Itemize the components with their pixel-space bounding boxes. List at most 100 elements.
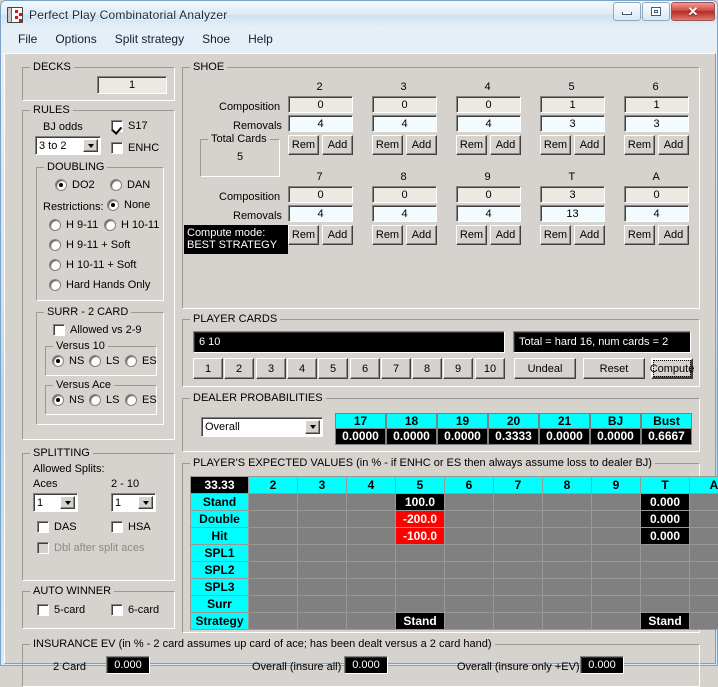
das-checkbox[interactable]: DAS xyxy=(37,521,77,533)
dealer-prob-header-BJ: BJ xyxy=(590,413,641,429)
shoe-removals-2[interactable]: 4 xyxy=(288,115,353,132)
shoe-add-button-6[interactable]: Add xyxy=(658,135,689,155)
card-button-10[interactable]: 10 xyxy=(475,358,505,379)
card-button-5[interactable]: 5 xyxy=(318,358,348,379)
decks-value-field[interactable]: 1 xyxy=(97,76,167,94)
shoe-removals-9[interactable]: 4 xyxy=(456,205,521,222)
shoe-removals-T[interactable]: 13 xyxy=(540,205,605,222)
menu-file[interactable]: File xyxy=(9,30,46,48)
chevron-down-icon[interactable] xyxy=(83,139,98,152)
shoe-composition-5[interactable]: 1 xyxy=(540,96,605,113)
chevron-down-icon[interactable] xyxy=(138,496,153,509)
two-ten-splits-value: 1 xyxy=(115,497,121,509)
rules-group: RULES BJ odds 3 to 2 S17 ENHC DOUBLING D… xyxy=(22,110,175,440)
shoe-rem-button-6[interactable]: Rem xyxy=(624,135,655,155)
shoe-removals-6[interactable]: 3 xyxy=(624,115,689,132)
restriction-h1011-soft-radio[interactable]: H 10-11 + Soft xyxy=(49,259,136,271)
menu-help[interactable]: Help xyxy=(239,30,282,48)
shoe-add-button-3[interactable]: Add xyxy=(406,135,437,155)
undeal-button[interactable]: Undeal xyxy=(514,358,576,379)
shoe-removals-A[interactable]: 4 xyxy=(624,205,689,222)
minimize-button[interactable] xyxy=(613,2,641,21)
versus-10-es-radio[interactable]: ES xyxy=(125,355,157,367)
restriction-h911-soft-radio[interactable]: H 9-11 + Soft xyxy=(49,239,130,251)
shoe-add-button-T[interactable]: Add xyxy=(574,225,605,245)
shoe-add-button-A[interactable]: Add xyxy=(658,225,689,245)
surrender-group-title: SURR - 2 CARD xyxy=(44,306,131,318)
restriction-h1011-radio[interactable]: H 10-11 xyxy=(104,219,159,231)
shoe-rem-button-9[interactable]: Rem xyxy=(456,225,487,245)
ev-row-label-surr: Surr xyxy=(191,596,249,613)
shoe-add-button-2[interactable]: Add xyxy=(322,135,353,155)
reset-button[interactable]: Reset xyxy=(583,358,645,379)
shoe-add-button-4[interactable]: Add xyxy=(490,135,521,155)
card-button-4[interactable]: 4 xyxy=(287,358,317,379)
six-card-checkbox[interactable]: 6-card xyxy=(111,604,159,616)
compute-button[interactable]: Compute xyxy=(651,358,693,379)
versus-ace-ls-radio[interactable]: LS xyxy=(89,394,119,406)
s17-checkbox[interactable]: S17 xyxy=(111,120,148,132)
shoe-rem-button-A[interactable]: Rem xyxy=(624,225,655,245)
maximize-button[interactable] xyxy=(642,2,670,21)
shoe-composition-3[interactable]: 0 xyxy=(372,96,437,113)
bj-odds-select[interactable]: 3 to 2 xyxy=(35,136,101,155)
versus-10-ns-radio[interactable]: NS xyxy=(52,355,84,367)
doubling-dan-radio[interactable]: DAN xyxy=(110,179,150,191)
card-button-2[interactable]: 2 xyxy=(224,358,254,379)
surrender-allowed-checkbox[interactable]: Allowed vs 2-9 xyxy=(53,324,142,336)
card-button-7[interactable]: 7 xyxy=(381,358,411,379)
ev-row-label-hit: Hit xyxy=(191,528,249,545)
shoe-add-button-7[interactable]: Add xyxy=(322,225,353,245)
shoe-removals-7[interactable]: 4 xyxy=(288,205,353,222)
versus-10-ls-radio[interactable]: LS xyxy=(89,355,119,367)
restriction-none-radio[interactable]: None xyxy=(107,199,150,211)
card-button-1[interactable]: 1 xyxy=(193,358,223,379)
hsa-checkbox[interactable]: HSA xyxy=(111,521,151,533)
menu-options[interactable]: Options xyxy=(46,30,105,48)
five-card-checkbox[interactable]: 5-card xyxy=(37,604,85,616)
chevron-down-icon[interactable] xyxy=(60,496,75,509)
shoe-add-button-8[interactable]: Add xyxy=(406,225,437,245)
card-button-3[interactable]: 3 xyxy=(256,358,286,379)
menu-shoe[interactable]: Shoe xyxy=(193,30,239,48)
enhc-checkbox[interactable]: ENHC xyxy=(111,142,159,154)
card-button-6[interactable]: 6 xyxy=(350,358,380,379)
shoe-rem-button-8[interactable]: Rem xyxy=(372,225,403,245)
shoe-composition-7[interactable]: 0 xyxy=(288,186,353,203)
shoe-rem-button-4[interactable]: Rem xyxy=(456,135,487,155)
shoe-rem-button-5[interactable]: Rem xyxy=(540,135,571,155)
shoe-removals-5[interactable]: 3 xyxy=(540,115,605,132)
shoe-composition-A[interactable]: 0 xyxy=(624,186,689,203)
menu-split-strategy[interactable]: Split strategy xyxy=(106,30,193,48)
shoe-rem-button-2[interactable]: Rem xyxy=(288,135,319,155)
shoe-rem-button-T[interactable]: Rem xyxy=(540,225,571,245)
aces-splits-select[interactable]: 1 xyxy=(33,493,78,512)
doubling-do2-radio[interactable]: DO2 xyxy=(55,179,95,191)
versus-ace-es-radio[interactable]: ES xyxy=(125,394,157,406)
card-button-9[interactable]: 9 xyxy=(443,358,473,379)
doubling-dan-label: DAN xyxy=(127,179,150,191)
shoe-removals-8[interactable]: 4 xyxy=(372,205,437,222)
close-button[interactable]: ✕ xyxy=(671,2,715,21)
card-button-8[interactable]: 8 xyxy=(412,358,442,379)
shoe-rem-button-3[interactable]: Rem xyxy=(372,135,403,155)
restriction-hard-only-radio[interactable]: Hard Hands Only xyxy=(49,279,150,291)
two-ten-splits-select[interactable]: 1 xyxy=(111,493,156,512)
shoe-composition-6[interactable]: 1 xyxy=(624,96,689,113)
shoe-composition-4[interactable]: 0 xyxy=(456,96,521,113)
shoe-composition-2[interactable]: 0 xyxy=(288,96,353,113)
shoe-add-button-9[interactable]: Add xyxy=(490,225,521,245)
chevron-down-icon[interactable] xyxy=(305,420,320,434)
shoe-add-button-5[interactable]: Add xyxy=(574,135,605,155)
dealer-prob-selector[interactable]: Overall xyxy=(201,417,323,437)
shoe-removals-3[interactable]: 4 xyxy=(372,115,437,132)
versus-ace-ns-radio[interactable]: NS xyxy=(52,394,84,406)
restriction-h911-radio[interactable]: H 9-11 xyxy=(49,219,98,231)
shoe-composition-8[interactable]: 0 xyxy=(372,186,437,203)
shoe-rem-button-7[interactable]: Rem xyxy=(288,225,319,245)
shoe-removals-4[interactable]: 4 xyxy=(456,115,521,132)
ev-cell-stand-3 xyxy=(298,494,347,511)
shoe-composition-9[interactable]: 0 xyxy=(456,186,521,203)
shoe-composition-T[interactable]: 3 xyxy=(540,186,605,203)
overall-positive-ev-value: 0.000 xyxy=(580,656,624,674)
